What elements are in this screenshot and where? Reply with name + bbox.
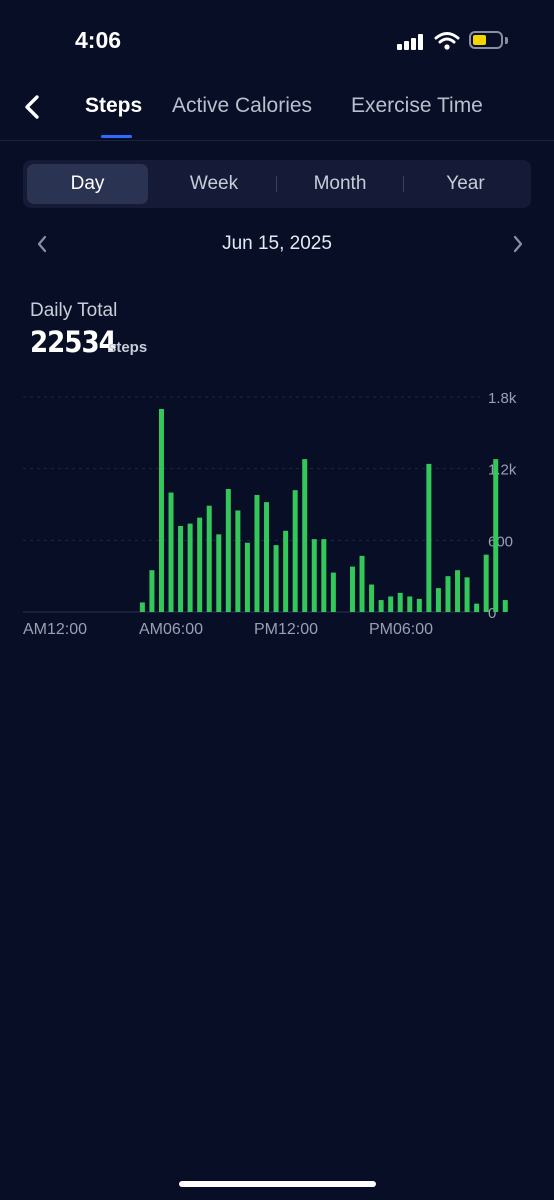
segment-month[interactable]: Month <box>277 164 403 204</box>
date-navigator: Jun 15, 2025 <box>0 226 554 262</box>
top-nav: Steps Active Calories Exercise Time <box>0 80 554 141</box>
tab-exercise-time[interactable]: Exercise Time <box>351 94 483 118</box>
step-bar[interactable] <box>206 505 212 612</box>
step-bar[interactable] <box>349 566 355 612</box>
x-tick-label: PM06:00 <box>369 621 433 638</box>
step-bar[interactable] <box>397 592 403 612</box>
step-bar[interactable] <box>426 463 432 612</box>
step-bar[interactable] <box>168 492 174 612</box>
status-time: 4:06 <box>75 27 122 53</box>
battery-icon <box>469 31 503 49</box>
segment-day[interactable]: Day <box>27 164 148 204</box>
daily-total-title: Daily Total <box>30 300 118 321</box>
step-bar[interactable] <box>445 576 451 612</box>
step-bar[interactable] <box>369 584 375 612</box>
step-bar[interactable] <box>235 510 241 612</box>
step-bar[interactable] <box>244 542 250 612</box>
back-arrow-icon[interactable] <box>18 92 46 122</box>
home-indicator <box>179 1181 376 1187</box>
step-bar[interactable] <box>273 545 279 612</box>
x-tick-label: AM12:00 <box>23 621 87 638</box>
active-tab-indicator <box>101 135 132 138</box>
step-bar[interactable] <box>264 502 270 612</box>
step-bar[interactable] <box>292 490 298 612</box>
step-bar[interactable] <box>311 539 317 612</box>
step-bar[interactable] <box>216 534 222 612</box>
step-bar[interactable] <box>359 555 365 612</box>
step-bar[interactable] <box>502 600 508 612</box>
step-bar[interactable] <box>321 539 327 612</box>
wifi-icon <box>434 32 460 50</box>
step-bar[interactable] <box>225 488 231 612</box>
segment-year[interactable]: Year <box>404 164 527 204</box>
step-bar[interactable] <box>464 577 470 612</box>
step-bar[interactable] <box>378 600 384 612</box>
step-bar[interactable] <box>197 517 203 612</box>
date-label: Jun 15, 2025 <box>222 233 332 254</box>
step-bar[interactable] <box>149 570 155 612</box>
cellular-signal-icon <box>397 34 425 50</box>
y-tick-label: 1.2k <box>488 462 517 479</box>
step-bar[interactable] <box>455 570 461 612</box>
step-bar[interactable] <box>407 596 413 612</box>
step-bar[interactable] <box>139 602 145 612</box>
x-tick-label: AM06:00 <box>139 621 203 638</box>
step-bar[interactable] <box>254 494 260 612</box>
step-bar[interactable] <box>416 598 422 612</box>
step-bar[interactable] <box>187 523 193 612</box>
step-bar[interactable] <box>474 603 480 612</box>
step-bar[interactable] <box>330 572 336 612</box>
step-bar[interactable] <box>483 554 489 612</box>
step-bar[interactable] <box>493 459 499 612</box>
step-bar[interactable] <box>388 596 394 612</box>
step-bar[interactable] <box>158 408 164 612</box>
segment-week[interactable]: Week <box>152 164 276 204</box>
step-bar[interactable] <box>435 588 441 612</box>
x-tick-label: PM12:00 <box>254 621 318 638</box>
step-bar[interactable] <box>178 526 184 612</box>
step-bar[interactable] <box>302 459 308 612</box>
step-bar[interactable] <box>283 530 289 612</box>
steps-bar-chart: 1.8k1.2k6000AM12:00 AM06:00 PM12:00 PM06:00 <box>23 390 517 638</box>
y-tick-label: 1.8k <box>488 390 517 407</box>
chevron-right-icon[interactable] <box>509 232 527 256</box>
period-segmented-control: Day Week Month Year <box>23 160 531 208</box>
y-tick-label: 600 <box>488 533 513 550</box>
battery-cap <box>505 37 508 44</box>
tab-active-calories[interactable]: Active Calories <box>172 94 312 118</box>
status-bar: 4:06 <box>0 0 554 80</box>
daily-total-unit: steps <box>108 339 148 356</box>
daily-total-value: 22534 <box>30 325 117 359</box>
tab-steps[interactable]: Steps <box>85 94 142 118</box>
